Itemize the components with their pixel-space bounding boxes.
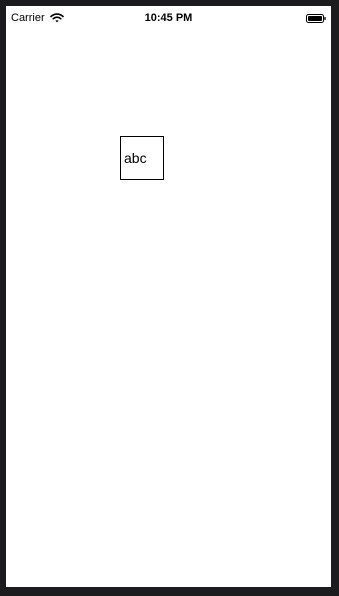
text-box: abc [120, 136, 164, 180]
text-box-label: abc [124, 150, 147, 166]
battery-icon [306, 14, 326, 23]
app-screen: Carrier 10:45 PM abc [6, 6, 331, 587]
status-time: 10:45 PM [144, 12, 193, 24]
status-bar: Carrier 10:45 PM [6, 6, 331, 30]
